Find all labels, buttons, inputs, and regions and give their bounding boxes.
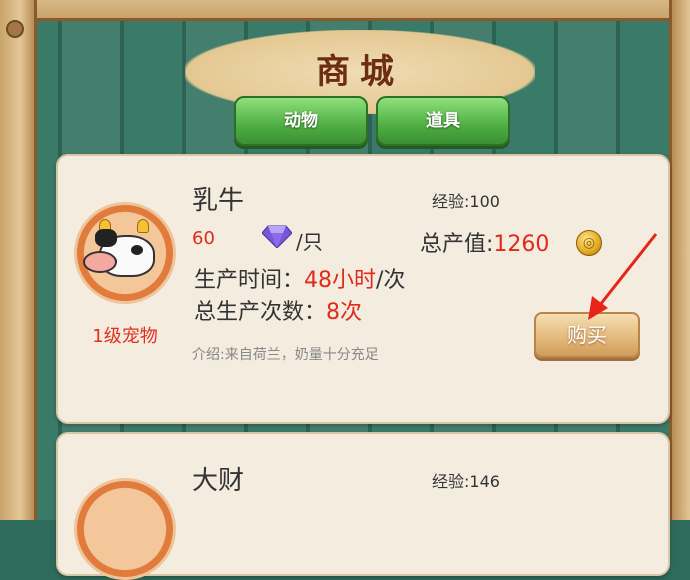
right-frame: [669, 0, 690, 520]
cow-pet-icon: [74, 202, 176, 304]
bolt-icon: [6, 20, 24, 38]
tab-animals[interactable]: 动物: [234, 96, 368, 146]
title-area: 商城: [55, 10, 665, 100]
production-time-label: 生产时间：: [194, 268, 305, 293]
pet-level: 1级宠物: [92, 326, 158, 347]
production-count-value: 8次: [326, 300, 363, 325]
cow-head: [95, 229, 117, 247]
left-frame: [0, 0, 37, 520]
shop-item-card: 1级宠物 乳牛 经验:100 60 /只 总产值:1260 ◎ 生产时间：48小…: [56, 154, 670, 424]
production-count-label: 总生产次数：: [194, 300, 327, 325]
pet-icon: [74, 478, 176, 580]
page-title: 商城: [316, 52, 404, 92]
item-name: 乳牛: [192, 186, 245, 216]
cow-horn: [137, 219, 149, 233]
item-exp: 经验:100: [432, 192, 500, 211]
production-time: 生产时间：48小时/次: [194, 262, 405, 294]
total-output: 总产值:1260: [420, 226, 549, 258]
production-count: 总生产次数：8次: [194, 294, 362, 326]
cow-nose: [83, 251, 117, 273]
production-time-unit: /次: [376, 268, 406, 293]
red-arrow-icon: [588, 233, 658, 320]
shop-item-card: 大财 经验:146: [56, 432, 670, 580]
item-price: 60: [192, 228, 215, 249]
total-output-value: 1260: [493, 232, 550, 257]
total-output-label: 总产值:: [420, 232, 494, 257]
cow-spot: [131, 245, 143, 255]
item-intro: 介绍:来自荷兰，奶量十分充足: [192, 347, 379, 363]
diamond-icon: [262, 225, 292, 248]
item-exp: 经验:146: [432, 472, 500, 491]
price-unit: /只: [296, 230, 323, 254]
tab-items[interactable]: 道具: [376, 96, 510, 146]
production-time-value: 48小时: [304, 268, 377, 293]
item-name: 大财: [192, 466, 245, 496]
